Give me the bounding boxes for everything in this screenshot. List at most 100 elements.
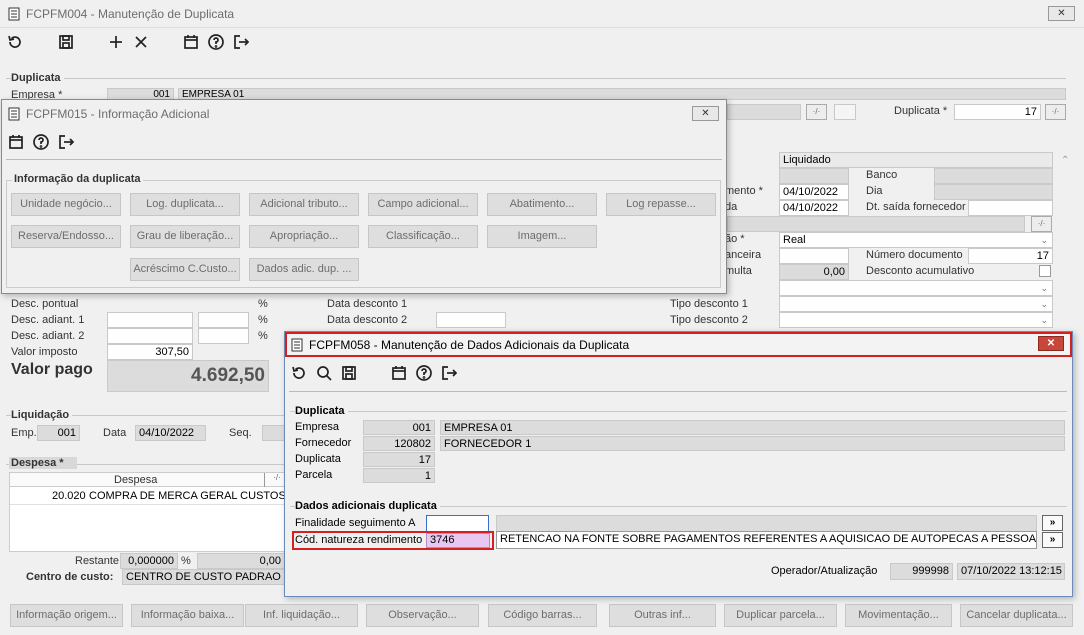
desc-pontual-label: Desc. pontual <box>11 298 79 310</box>
cod-natureza-field[interactable]: 3746 <box>426 533 490 548</box>
calendar-icon[interactable] <box>389 364 409 386</box>
data-desconto2-field[interactable] <box>436 312 506 328</box>
fornecedor-name-field[interactable]: FORNECEDOR 1 <box>440 436 1065 451</box>
info-close-button[interactable]: ✕ <box>692 106 719 121</box>
table-row[interactable]: 20.020 COMPRA DE MERCA GERAL CUSTOS M <box>10 488 298 505</box>
restante-field[interactable]: 0,000000 <box>120 553 178 569</box>
liq-data-field[interactable]: 04/10/2022 <box>135 425 206 441</box>
main-button-0[interactable]: Informação origem... <box>10 604 123 627</box>
desc-adiant1-pct[interactable] <box>198 312 249 328</box>
info-button-10[interactable]: Imagem... <box>487 225 597 248</box>
anceira-field[interactable] <box>779 248 849 264</box>
desconto-acumulativo-checkbox[interactable] <box>1039 265 1051 277</box>
save-icon[interactable] <box>56 33 76 55</box>
moeda-select[interactable]: Real ⌄ <box>779 232 1053 248</box>
liq-sub-field[interactable] <box>779 168 849 184</box>
date2-field[interactable]: 04/10/2022 <box>779 200 849 216</box>
desc-adiant2-field[interactable] <box>107 328 193 344</box>
duplicata-lookup-button[interactable]: ·/· <box>1045 104 1066 120</box>
fornecedor-code-field[interactable]: 120802 <box>363 436 435 451</box>
parcela-field[interactable]: 1 <box>363 468 435 483</box>
fornecedor-lookup-button[interactable]: ·/· <box>806 104 827 120</box>
desc-adiant1-field[interactable] <box>107 312 193 328</box>
search-icon[interactable] <box>314 364 334 386</box>
exit-icon[interactable] <box>56 133 76 155</box>
empresa-code-field[interactable]: 001 <box>363 420 435 435</box>
info-button-0[interactable]: Unidade negócio... <box>11 193 121 216</box>
main-button-5[interactable]: Outras inf... <box>609 604 716 627</box>
main-button-1[interactable]: Informação baixa... <box>131 604 244 627</box>
tipo-desconto1-select[interactable]: ⌄ <box>779 296 1053 312</box>
main-button-3[interactable]: Observação... <box>366 604 479 627</box>
main-button-2[interactable]: Inf. liquidação... <box>245 604 358 627</box>
fornecedor-field[interactable] <box>727 104 801 120</box>
desc-adiant1-label: Desc. adiant. 1 <box>11 314 85 326</box>
valor-pago-label: Valor pago <box>11 361 93 378</box>
help-icon[interactable] <box>414 364 434 386</box>
parcela-field[interactable] <box>834 104 856 120</box>
document-icon <box>291 338 303 352</box>
dt-saida-field[interactable] <box>968 200 1053 216</box>
duplicata-field[interactable]: 17 <box>363 452 435 467</box>
dia-label: Dia <box>866 185 883 197</box>
long-ro-field[interactable] <box>727 216 1025 232</box>
scroll-up-icon[interactable]: ⌃ <box>1061 155 1071 166</box>
main-button-8[interactable]: Cancelar duplicata... <box>960 604 1073 627</box>
empresa-name-field[interactable]: EMPRESA 01 <box>440 420 1065 435</box>
main-button-7[interactable]: Movimentação... <box>845 604 952 627</box>
help-icon[interactable] <box>206 33 226 55</box>
refresh-icon[interactable] <box>5 33 25 55</box>
operador-label: Operador/Atualização <box>771 565 878 577</box>
info-button-11[interactable]: Acréscimo C.Custo... <box>130 258 240 281</box>
info-button-8[interactable]: Apropriação... <box>249 225 359 248</box>
valor-imposto-label: Valor imposto <box>11 346 78 358</box>
select-a[interactable]: ⌄ <box>779 280 1053 296</box>
info-button-1[interactable]: Log. duplicata... <box>130 193 240 216</box>
add-icon[interactable] <box>106 33 126 55</box>
info-button-6[interactable]: Reserva/Endosso... <box>11 225 121 248</box>
info-button-3[interactable]: Campo adicional... <box>368 193 478 216</box>
long-lookup-button[interactable]: ·/· <box>1031 216 1052 232</box>
despesa-header: Despesa <box>114 474 158 486</box>
info-button-2[interactable]: Adicional tributo... <box>249 193 359 216</box>
banco-field[interactable] <box>934 168 1053 184</box>
multa-field[interactable]: 0,00 <box>779 264 849 280</box>
delete-icon[interactable] <box>131 33 151 55</box>
info-button-9[interactable]: Classificação... <box>368 225 478 248</box>
date1-field[interactable]: 04/10/2022 <box>779 184 849 200</box>
main-button-4[interactable]: Código barras... <box>488 604 597 627</box>
seq-field[interactable] <box>262 425 286 441</box>
restante-pct-field[interactable]: 0,00 <box>197 553 285 569</box>
tipo-desconto2-select[interactable]: ⌄ <box>779 312 1053 328</box>
exit-icon[interactable] <box>439 364 459 386</box>
dados-section-duplicata: Duplicata <box>295 405 348 417</box>
exit-icon[interactable] <box>231 33 251 55</box>
info-button-7[interactable]: Grau de liberação... <box>130 225 240 248</box>
info-button-4[interactable]: Abatimento... <box>487 193 597 216</box>
finalidade-field[interactable] <box>426 515 489 532</box>
calendar-icon[interactable] <box>6 133 26 155</box>
numero-documento-field[interactable]: 17 <box>968 248 1053 264</box>
main-button-6[interactable]: Duplicar parcela... <box>724 604 837 627</box>
main-close-button[interactable]: ✕ <box>1048 6 1075 21</box>
info-section-title: Informação da duplicata <box>12 173 143 185</box>
centro-custo-field[interactable]: CENTRO DE CUSTO PADRAO <box>122 569 286 585</box>
valor-imposto-field[interactable]: 307,50 <box>107 344 193 360</box>
info-button-12[interactable]: Dados adic. dup. ... <box>249 258 359 281</box>
info-button-5[interactable]: Log repasse... <box>606 193 716 216</box>
emp-label: Emp. <box>11 427 37 439</box>
emp-field[interactable]: 001 <box>37 425 80 441</box>
multa-label: multa <box>725 265 752 277</box>
duplicata-field[interactable]: 17 <box>954 104 1041 120</box>
refresh-icon[interactable] <box>289 364 309 386</box>
finalidade-expand-button[interactable]: » <box>1042 515 1063 531</box>
dados-close-button[interactable]: ✕ <box>1038 336 1064 351</box>
desc-adiant2-pct[interactable] <box>198 328 249 344</box>
dia-field[interactable] <box>934 184 1053 200</box>
mento-label: mento * <box>725 185 763 197</box>
calendar-icon[interactable] <box>181 33 201 55</box>
save-icon[interactable] <box>339 364 359 386</box>
help-icon[interactable] <box>31 133 51 155</box>
finalidade-label: Finalidade seguimento A <box>295 517 416 529</box>
natureza-expand-button[interactable]: » <box>1042 532 1063 548</box>
